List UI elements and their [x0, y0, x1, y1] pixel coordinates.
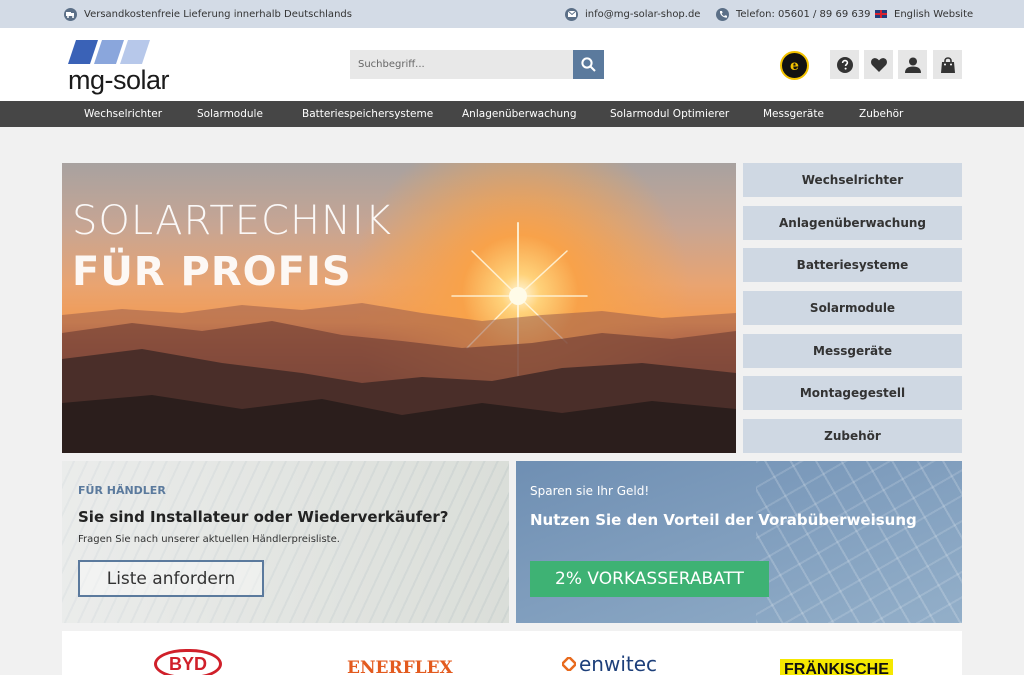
prepayment-promo-eyebrow: Sparen sie Ihr Geld!	[530, 484, 650, 498]
phone-icon	[716, 7, 729, 21]
shipping-text: Versandkostenfreie Lieferung innerhalb D…	[84, 8, 352, 20]
heart-icon	[870, 57, 887, 72]
english-website-text: English Website	[894, 8, 974, 20]
shopping-bag-icon	[940, 56, 955, 73]
brand-name-byd: BYD	[168, 654, 207, 674]
logo[interactable]: mg-solar	[68, 40, 180, 96]
prepayment-promo-title: Nutzen Sie den Vorteil der Vorabüberweis…	[530, 511, 917, 529]
main-navigation: Wechselrichter Solarmodule Batteriespeic…	[0, 101, 1024, 127]
hero-banner[interactable]: SOLARTECHNIK FÜR PROFIS	[62, 163, 736, 453]
email-link[interactable]: info@mg-solar-shop.de	[565, 0, 700, 28]
solar-panel-background	[756, 461, 962, 623]
user-icon	[904, 57, 921, 73]
question-icon	[836, 56, 853, 73]
side-category-batteriesysteme[interactable]: Batteriesysteme	[743, 248, 962, 282]
nav-item-anlagenueberwachung[interactable]: Anlagenüberwachung	[462, 101, 577, 127]
trust-badge-letter: e	[790, 57, 799, 74]
side-category-anlagenueberwachung[interactable]: Anlagenüberwachung	[743, 206, 962, 240]
dealer-promo-subtitle: Fragen Sie nach unserer aktuellen Händle…	[78, 534, 340, 545]
account-button[interactable]	[898, 50, 927, 79]
side-category-wechselrichter[interactable]: Wechselrichter	[743, 163, 962, 197]
brand-logos-strip: BYD ENERFLEX enwitec FRÄNKISCHE	[62, 631, 962, 675]
shipping-info: Versandkostenfreie Lieferung innerhalb D…	[64, 0, 352, 28]
brand-logo-fraenkische[interactable]: FRÄNKISCHE	[780, 659, 893, 675]
search-bar	[350, 50, 604, 79]
nav-item-solarmodule[interactable]: Solarmodule	[197, 101, 263, 127]
cart-button[interactable]	[933, 50, 962, 79]
nav-item-batteriespeichersysteme[interactable]: Batteriespeichersysteme	[302, 101, 433, 127]
phone-text: Telefon: 05601 / 89 69 639	[736, 8, 871, 20]
side-category-zubehoer[interactable]: Zubehör	[743, 419, 962, 453]
truck-icon	[64, 7, 77, 21]
top-info-bar: Versandkostenfreie Lieferung innerhalb D…	[0, 0, 1024, 28]
logo-text: mg-solar	[68, 65, 170, 95]
nav-item-solarmodul-optimierer[interactable]: Solarmodul Optimierer	[610, 101, 729, 127]
trusted-shops-badge[interactable]: e	[780, 51, 809, 80]
nav-item-zubehoer[interactable]: Zubehör	[859, 101, 903, 127]
english-website-link[interactable]: English Website	[875, 0, 973, 28]
brand-name-enerflex: ENERFLEX	[347, 658, 453, 675]
search-button[interactable]	[573, 50, 604, 79]
email-text: info@mg-solar-shop.de	[585, 8, 701, 20]
uk-flag-icon	[875, 10, 887, 18]
dealer-promo-title: Sie sind Installateur oder Wiederverkäuf…	[78, 508, 449, 526]
search-input[interactable]	[350, 50, 573, 79]
dealer-promo-box: FÜR HÄNDLER Sie sind Installateur oder W…	[62, 461, 509, 623]
side-category-montagegestell[interactable]: Montagegestell	[743, 376, 962, 410]
help-button[interactable]	[830, 50, 859, 79]
search-icon	[581, 57, 596, 72]
enwitec-diamond-icon	[562, 657, 576, 671]
brand-logo-enwitec[interactable]: enwitec	[562, 652, 657, 675]
phone-link[interactable]: Telefon: 05601 / 89 69 639	[716, 0, 870, 28]
side-category-messgeraete[interactable]: Messgeräte	[743, 334, 962, 368]
request-list-button[interactable]: Liste anfordern	[78, 560, 264, 597]
header: mg-solar e	[0, 28, 1024, 101]
brand-name-fraenkische: FRÄNKISCHE	[784, 661, 889, 675]
prepayment-discount-button[interactable]: 2% VORKASSERABATT	[530, 561, 769, 597]
hero-title-line2: FÜR PROFIS	[72, 249, 352, 295]
wishlist-button[interactable]	[864, 50, 893, 79]
mail-icon	[565, 7, 578, 21]
brand-name-enwitec: enwitec	[579, 652, 658, 675]
brand-logo-enerflex[interactable]: ENERFLEX	[347, 658, 453, 675]
prepayment-promo-box: Sparen sie Ihr Geld! Nutzen Sie den Vort…	[516, 461, 962, 623]
nav-item-wechselrichter[interactable]: Wechselrichter	[84, 101, 162, 127]
dealer-promo-eyebrow: FÜR HÄNDLER	[78, 484, 166, 497]
logo-mark-icon	[68, 40, 150, 64]
nav-item-messgeraete[interactable]: Messgeräte	[763, 101, 824, 127]
side-category-solarmodule[interactable]: Solarmodule	[743, 291, 962, 325]
hero-title-line1: SOLARTECHNIK	[72, 198, 392, 244]
brand-logo-byd[interactable]: BYD	[154, 649, 222, 675]
